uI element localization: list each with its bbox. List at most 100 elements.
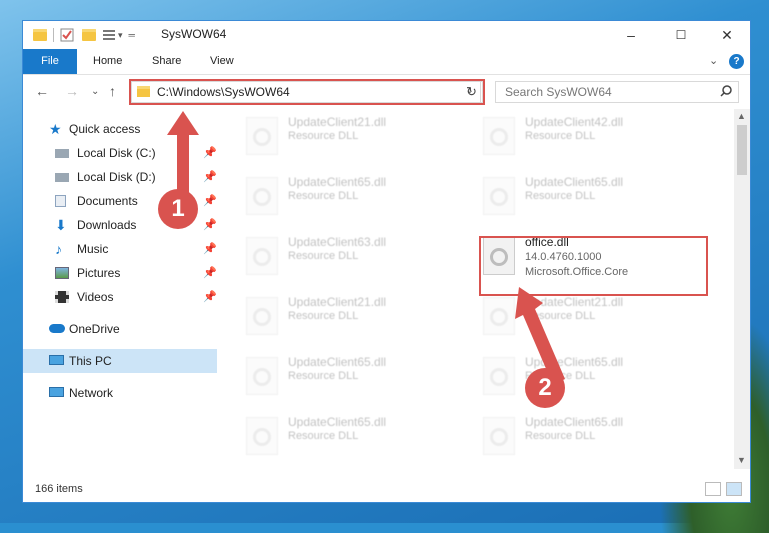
sidebar-item-label: Documents — [77, 194, 138, 208]
quick-access-toolbar: ▾ ═ — [33, 27, 135, 43]
drive-icon — [55, 149, 69, 158]
drive-icon — [55, 173, 69, 182]
item-count: 166 items — [35, 483, 83, 495]
details-view-icon[interactable] — [705, 482, 721, 496]
sidebar-item-label: Videos — [77, 290, 114, 304]
pin-icon[interactable]: 📌 — [203, 237, 217, 261]
list-item[interactable]: UpdateClient65.dll Resource DLL — [246, 169, 476, 221]
sidebar-item-label: Music — [77, 242, 109, 256]
computer-icon — [49, 355, 64, 365]
tab-view[interactable]: View — [210, 49, 234, 74]
pictures-icon — [55, 267, 69, 279]
list-item[interactable]: UpdateClient42.dll Resource DLL — [483, 109, 713, 161]
file-type: Resource DLL — [525, 430, 596, 442]
sidebar-item-videos[interactable]: Videos 📌 — [23, 285, 217, 309]
back-button[interactable]: ← — [35, 83, 49, 99]
recent-locations-button[interactable]: ⌄ — [91, 86, 99, 97]
sidebar-item-label: Local Disk (C:) — [77, 146, 156, 160]
sidebar-item-music[interactable]: ♪ Music 📌 — [23, 237, 217, 261]
list-item[interactable]: UpdateClient65.dll Resource DLL — [246, 349, 476, 401]
help-icon[interactable]: ? — [729, 54, 744, 69]
file-name: UpdateClient65.dll — [288, 415, 387, 429]
step-1-badge: 1 — [158, 189, 198, 229]
sidebar-item-this-pc[interactable]: This PC — [23, 349, 217, 373]
pin-icon[interactable]: 📌 — [203, 189, 217, 213]
scroll-down-icon[interactable]: ▼ — [737, 455, 746, 465]
dll-file-icon — [246, 417, 278, 455]
file-name: UpdateClient42.dll — [525, 115, 624, 129]
dll-file-icon — [483, 177, 515, 215]
file-type: Resource DLL — [525, 190, 596, 202]
sidebar-item-label: OneDrive — [69, 322, 120, 336]
up-button[interactable]: ↑ — [109, 83, 116, 99]
file-type: Resource DLL — [288, 430, 359, 442]
dll-file-icon — [246, 297, 278, 335]
dll-file-icon — [246, 237, 278, 275]
file-explorer-window: ▾ ═ SysWOW64 – ☐ ✕ File Home Share View … — [22, 20, 751, 503]
maximize-button[interactable]: ☐ — [658, 21, 704, 49]
file-type: Resource DLL — [288, 190, 359, 202]
tab-share[interactable]: Share — [152, 49, 181, 74]
file-type: Resource DLL — [288, 370, 359, 382]
dll-file-icon — [483, 117, 515, 155]
sidebar-item-label: This PC — [69, 354, 112, 368]
sidebar-item-label: Network — [69, 386, 114, 400]
dll-file-icon — [483, 357, 515, 395]
cloud-icon — [49, 324, 65, 333]
sidebar-item-network[interactable]: Network — [23, 381, 217, 405]
dll-file-icon — [246, 177, 278, 215]
vertical-scrollbar[interactable]: ▲ ▼ — [734, 109, 750, 469]
file-name: UpdateClient65.dll — [525, 415, 624, 429]
pin-icon[interactable]: 📌 — [203, 285, 217, 309]
address-highlight — [129, 79, 485, 105]
documents-icon — [55, 195, 66, 207]
scroll-up-icon[interactable]: ▲ — [737, 111, 746, 121]
close-button[interactable]: ✕ — [704, 21, 750, 49]
file-type: Resource DLL — [525, 130, 596, 142]
file-name: UpdateClient21.dll — [288, 115, 387, 129]
tab-file[interactable]: File — [23, 49, 77, 74]
dll-file-icon — [246, 117, 278, 155]
pin-icon[interactable]: 📌 — [203, 165, 217, 189]
list-item[interactable]: UpdateClient65.dll Resource DLL — [246, 409, 476, 461]
ribbon-tabs: File Home Share View ⌄ ? — [23, 49, 750, 75]
tab-home[interactable]: Home — [93, 49, 122, 74]
list-item[interactable]: UpdateClient21.dll Resource DLL — [246, 289, 476, 341]
pin-icon[interactable]: 📌 — [203, 141, 217, 165]
sidebar-item-label: Pictures — [77, 266, 121, 280]
file-name: UpdateClient65.dll — [288, 175, 387, 189]
pin-icon[interactable]: 📌 — [203, 261, 217, 285]
file-name: UpdateClient65.dll — [525, 175, 624, 189]
pin-icon[interactable]: 📌 — [203, 213, 217, 237]
search-placeholder: Search SysWOW64 — [505, 85, 612, 99]
sidebar-item-onedrive[interactable]: OneDrive — [23, 317, 217, 341]
customize-toolbar-icon[interactable] — [102, 28, 116, 42]
videos-icon — [55, 291, 69, 303]
search-input[interactable]: Search SysWOW64 — [495, 81, 739, 103]
expand-ribbon-icon[interactable]: ⌄ — [709, 49, 718, 74]
minimize-button[interactable]: – — [608, 21, 654, 49]
pin-toolbar-icon[interactable]: ═ — [129, 30, 135, 40]
step-2-badge: 2 — [525, 368, 565, 408]
list-item[interactable]: UpdateClient65.dll Resource DLL — [483, 409, 713, 461]
properties-icon[interactable] — [60, 28, 74, 42]
file-type: Resource DLL — [288, 250, 359, 262]
status-bar: 166 items — [23, 477, 750, 502]
dll-file-icon — [246, 357, 278, 395]
list-item[interactable]: UpdateClient21.dll Resource DLL — [246, 109, 476, 161]
file-name: UpdateClient21.dll — [288, 295, 387, 309]
new-folder-icon[interactable] — [82, 29, 96, 41]
list-item[interactable]: UpdateClient65.dll Resource DLL — [483, 169, 713, 221]
list-item[interactable]: UpdateClient63.dll Resource DLL — [246, 229, 476, 281]
title-bar: ▾ ═ SysWOW64 – ☐ ✕ — [23, 21, 750, 49]
dll-file-icon — [483, 417, 515, 455]
divider — [53, 28, 54, 42]
file-name: UpdateClient63.dll — [288, 235, 387, 249]
tiles-view-icon[interactable] — [726, 482, 742, 496]
sidebar-item-label: Quick access — [69, 122, 141, 136]
forward-button[interactable]: → — [65, 83, 79, 99]
sidebar-item-pictures[interactable]: Pictures 📌 — [23, 261, 217, 285]
scrollbar-thumb[interactable] — [737, 125, 747, 175]
file-name: UpdateClient65.dll — [288, 355, 387, 369]
chevron-down-icon[interactable]: ▾ — [118, 30, 123, 41]
